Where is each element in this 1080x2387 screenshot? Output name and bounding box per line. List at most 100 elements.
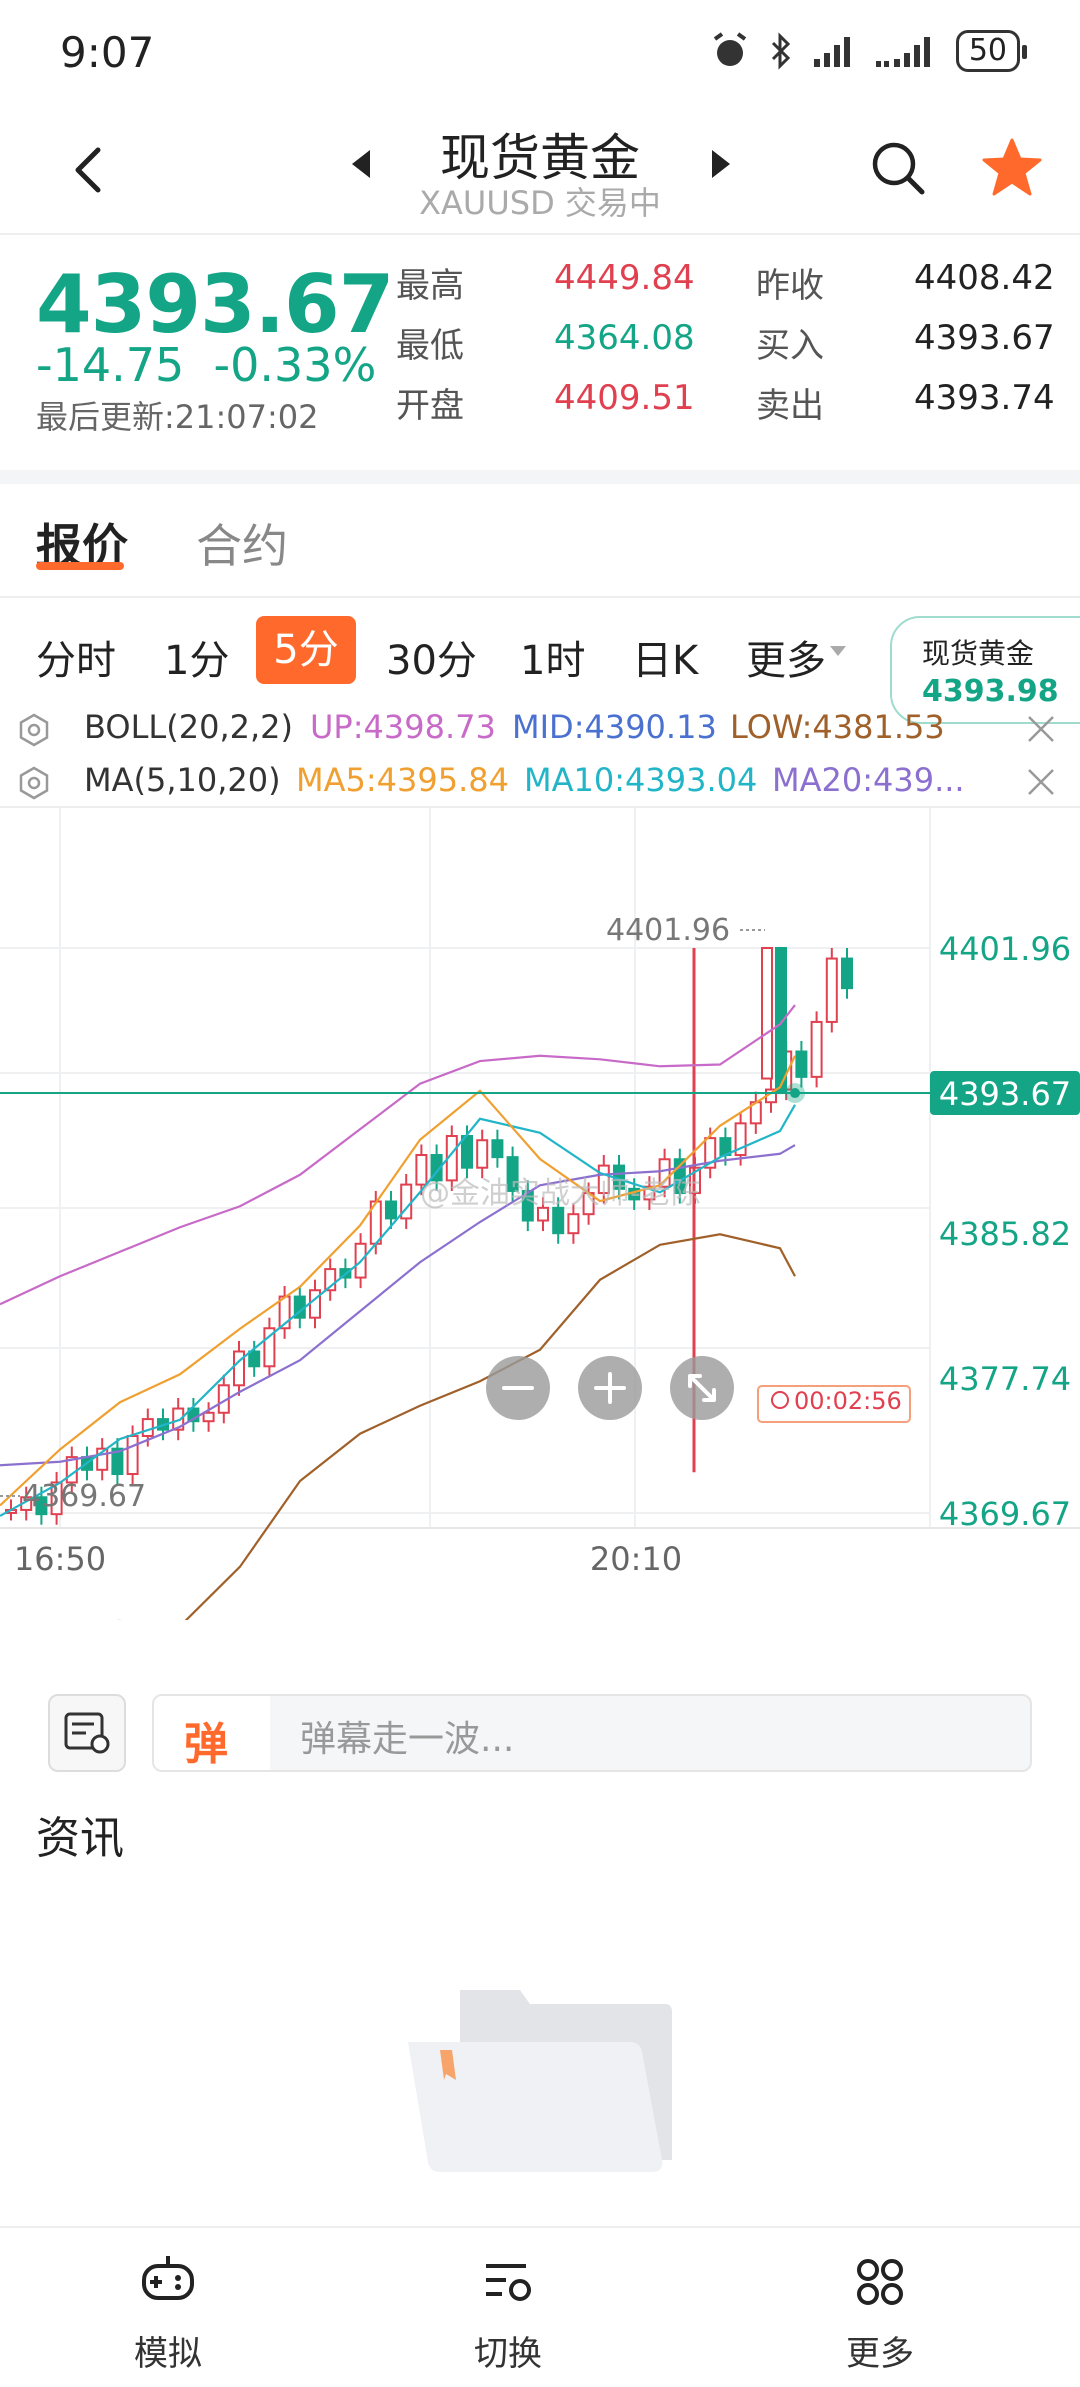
change-percent: -0.33% xyxy=(213,338,377,392)
period-tab[interactable]: 更多 xyxy=(746,628,826,686)
x-tick-label: 20:10 xyxy=(590,1540,682,1578)
watermark-text: @金油实战大师-老陈 xyxy=(420,1176,701,1211)
zoom-out-button[interactable] xyxy=(486,1356,550,1420)
danmaku-tag: 弹 xyxy=(154,1696,270,1770)
next-symbol-icon[interactable] xyxy=(712,150,730,178)
danmaku-input[interactable]: 弹 弹幕走一波... xyxy=(152,1694,1032,1772)
stat-value: 4409.51 xyxy=(554,378,695,418)
stat-value: 4393.67 xyxy=(914,318,1055,358)
favorite-name: 现货黄金 xyxy=(922,637,1035,670)
candle-body xyxy=(795,1050,808,1078)
candle-body xyxy=(309,1289,321,1319)
y-tick-label: 4401.96 xyxy=(939,930,1071,968)
bluetooth-icon xyxy=(771,32,790,70)
candle-body xyxy=(761,947,773,1080)
divider xyxy=(0,596,1080,598)
candle-body xyxy=(385,1200,397,1220)
danmaku-placeholder: 弹幕走一波... xyxy=(300,1719,515,1760)
candle-body xyxy=(567,1213,580,1235)
y-tick-label: 4369.67 xyxy=(939,1495,1071,1533)
settings-hex-icon[interactable] xyxy=(16,765,52,801)
boll-up: UP:4398.73 xyxy=(310,708,496,746)
stat-label: 最低 xyxy=(396,326,464,366)
timer-text: 00:02:56 xyxy=(794,1387,902,1415)
last-update: 最后更新:21:07:02 xyxy=(36,398,319,436)
settings-hex-icon[interactable] xyxy=(16,712,52,748)
nav-item-0[interactable]: 模拟 xyxy=(68,2250,268,2375)
danmaku-tag-icon: 弹 xyxy=(184,1719,228,1770)
current-price-tag-text: 4393.67 xyxy=(939,1075,1071,1113)
danmaku-settings-icon xyxy=(64,1712,110,1754)
stat-label: 昨收 xyxy=(756,266,824,306)
nav-label: 模拟 xyxy=(134,2334,202,2374)
tab-contract[interactable]: 合约 xyxy=(196,510,288,576)
stat-label: 买入 xyxy=(756,326,824,366)
period-tab[interactable]: 分时 xyxy=(36,628,116,686)
signal-icon xyxy=(813,37,850,67)
stat-label: 开盘 xyxy=(396,386,464,426)
current-dot xyxy=(790,1088,800,1099)
divider xyxy=(0,2226,1080,2228)
stat-value: 4408.42 xyxy=(914,258,1055,298)
stat-value: 4393.74 xyxy=(914,378,1055,418)
grid-more-icon xyxy=(857,2259,903,2305)
favorite-star-icon[interactable] xyxy=(980,136,1044,200)
period-tab[interactable]: 1时 xyxy=(520,628,585,686)
boll-indicator-row[interactable]: BOLL(20,2,2) UP:4398.73 MID:4390.13 LOW:… xyxy=(0,704,1080,754)
stat-label: 卖出 xyxy=(756,386,824,426)
candle-body xyxy=(825,957,838,1023)
signal-icon xyxy=(875,37,930,67)
kline-chart[interactable]: 4393.67 4401.96 4385.82 4377.74 4369.67 16:50… xyxy=(0,808,1080,1620)
y-tick-label: 4377.74 xyxy=(939,1360,1071,1398)
x-tick-label: 16:50 xyxy=(14,1540,106,1578)
ma-name: MA(5,10,20) xyxy=(84,761,281,799)
fullscreen-button[interactable] xyxy=(670,1356,734,1420)
boll-up-line xyxy=(0,1004,796,1306)
candle-body xyxy=(461,1135,473,1169)
low-marker-label: 4369.67 xyxy=(22,1479,146,1514)
boll-name: BOLL(20,2,2) xyxy=(84,708,293,746)
status-icons: 50 xyxy=(710,30,1028,72)
switch-list-icon xyxy=(486,2264,531,2301)
news-section-title: 资讯 xyxy=(36,1813,124,1864)
status-bar: 9:07 50 xyxy=(0,0,1080,110)
period-tab[interactable]: 1分 xyxy=(164,628,229,686)
candle-body xyxy=(552,1206,565,1235)
candle-body xyxy=(476,1139,489,1169)
alarm-icon xyxy=(713,32,746,66)
empty-folder-icon xyxy=(408,1990,672,2172)
app-header: 现货黄金 XAUUSD 交易中 xyxy=(0,110,1080,235)
nav-label: 切换 xyxy=(474,2334,542,2374)
period-tab[interactable]: 5分 xyxy=(256,616,356,684)
close-icon[interactable] xyxy=(1024,712,1058,746)
candle-body xyxy=(233,1350,245,1387)
price-change: -14.75 -0.33% xyxy=(36,338,376,392)
ma-indicator-row[interactable]: MA(5,10,20) MA5:4395.84 MA10:4393.04 MA2… xyxy=(0,757,1080,807)
change-value: -14.75 xyxy=(36,338,185,392)
candle-body xyxy=(491,1139,504,1159)
danmaku-settings-button[interactable] xyxy=(48,1694,126,1772)
battery-indicator: 50 xyxy=(955,30,1028,72)
candle-body xyxy=(248,1350,261,1368)
candle-body xyxy=(810,1020,823,1078)
candle-body xyxy=(202,1411,215,1423)
search-icon[interactable] xyxy=(868,138,928,198)
stat-value: 4449.84 xyxy=(554,258,695,298)
candle-body xyxy=(775,947,787,1095)
period-tab[interactable]: 日K xyxy=(632,628,698,686)
ma10-value: MA10:4393.04 xyxy=(524,761,758,799)
candle-body xyxy=(126,1434,139,1476)
candle-body xyxy=(141,1418,154,1437)
ma5-value: MA5:4395.84 xyxy=(296,761,509,799)
boll-low: LOW:4381.53 xyxy=(730,708,945,746)
chevron-down-icon[interactable] xyxy=(830,646,846,656)
divider xyxy=(0,470,1080,484)
zoom-in-button[interactable] xyxy=(578,1356,642,1420)
nav-item-1[interactable]: 切换 xyxy=(408,2250,608,2375)
close-icon[interactable] xyxy=(1024,765,1058,799)
status-time: 9:07 xyxy=(60,28,155,77)
nav-item-2[interactable]: 更多 xyxy=(780,2250,980,2375)
high-marker-label: 4401.96 xyxy=(606,913,730,948)
ma20-value: MA20:439... xyxy=(772,761,965,799)
period-tab[interactable]: 30分 xyxy=(386,628,477,686)
